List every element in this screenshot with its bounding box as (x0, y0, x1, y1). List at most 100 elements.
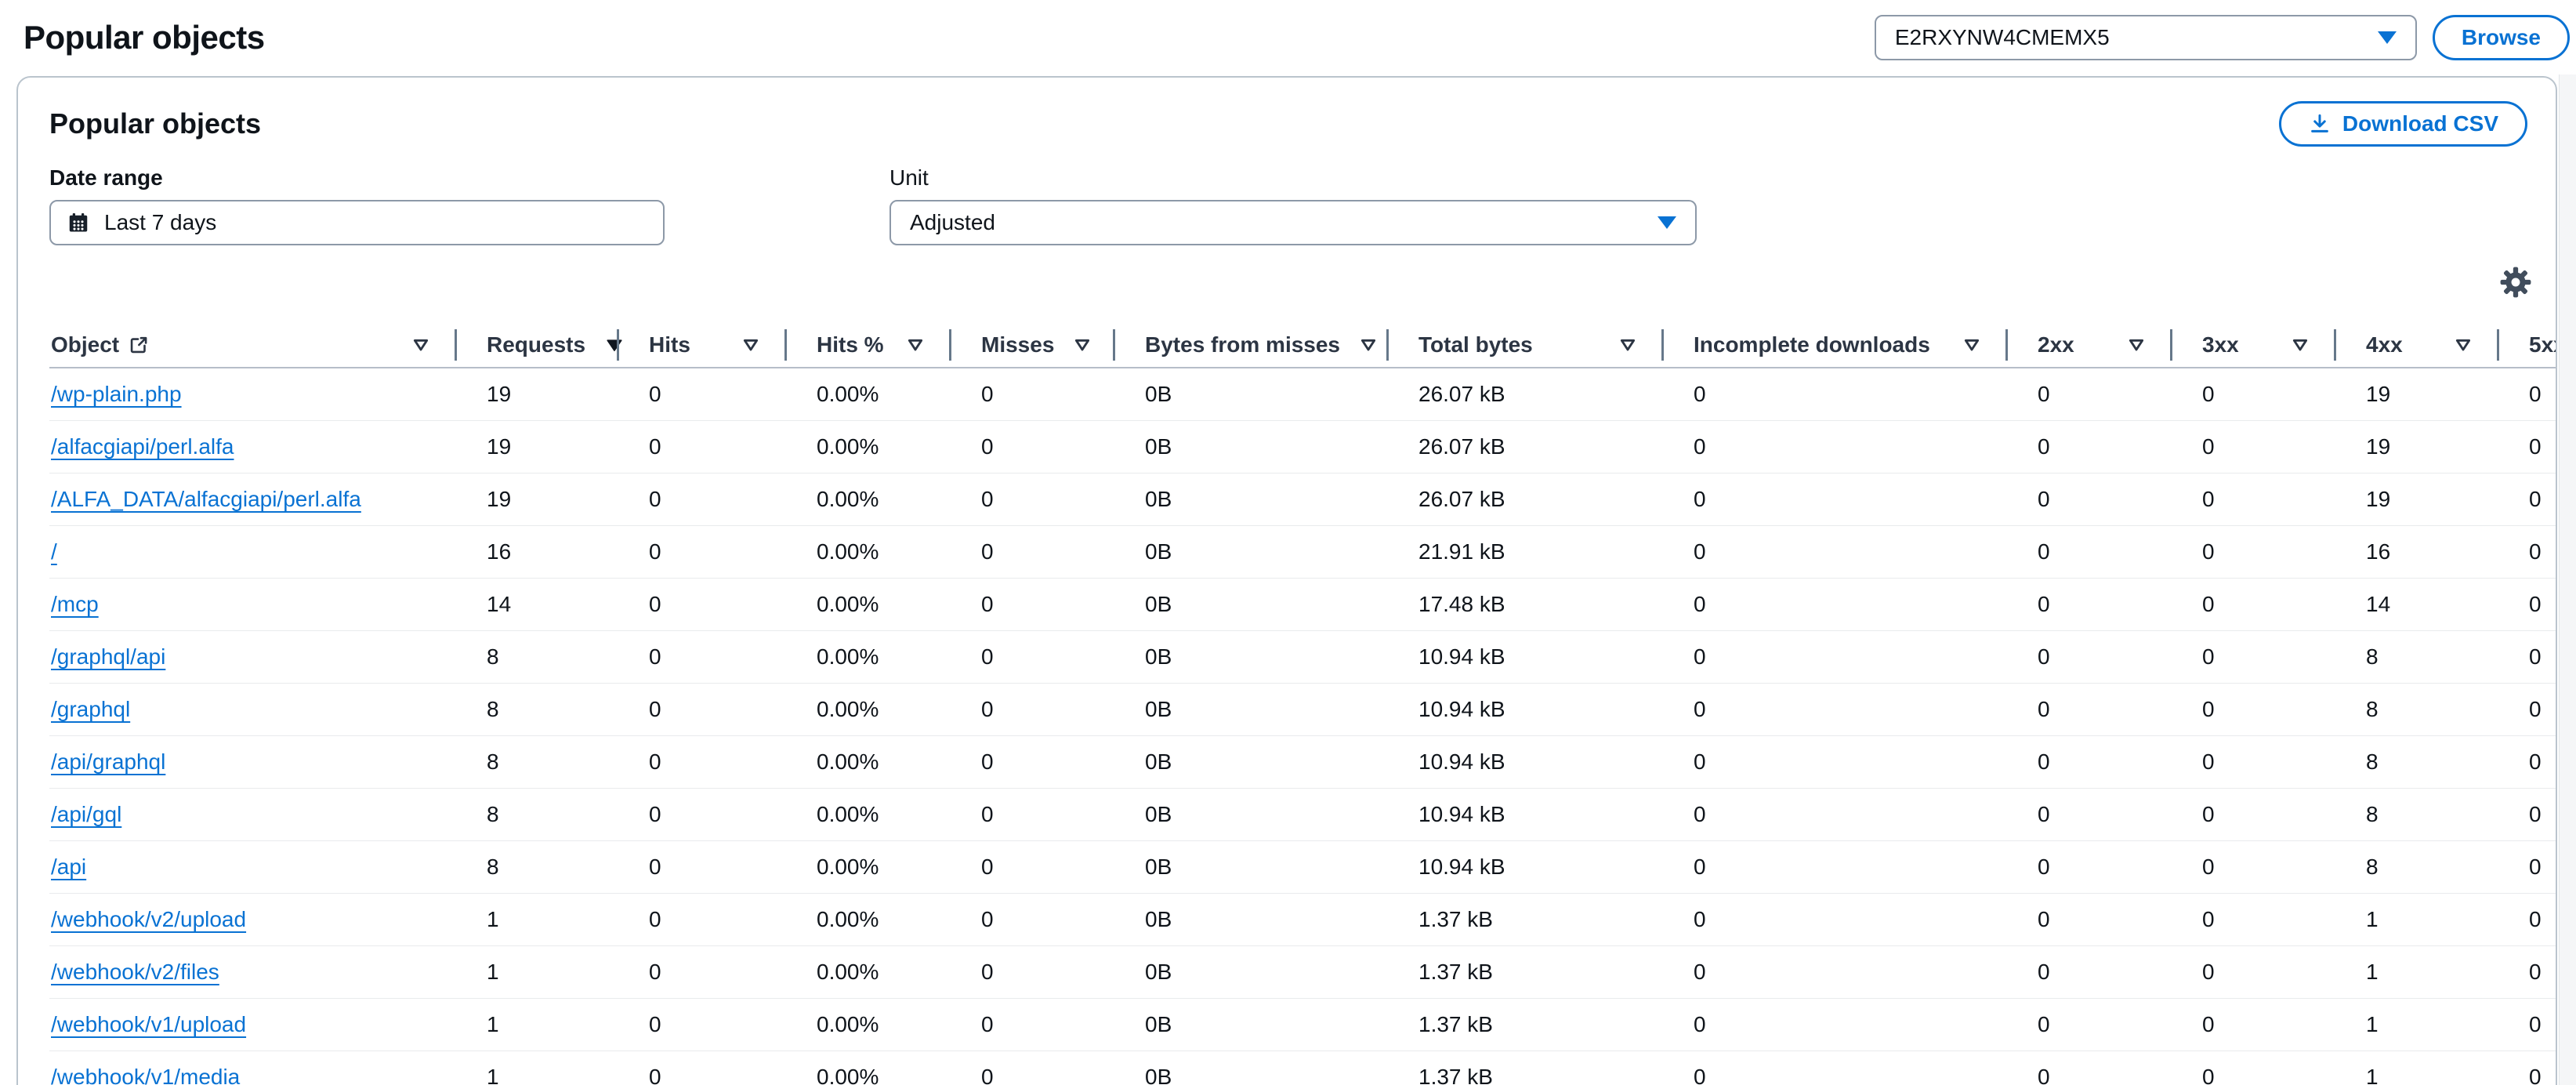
browse-button[interactable]: Browse (2433, 15, 2570, 60)
cell-hits: 0 (619, 998, 787, 1051)
filter-icon[interactable] (741, 336, 760, 354)
object-link[interactable]: /graphql (51, 697, 130, 721)
cell-incomplete_downloads: 0 (1664, 683, 2008, 735)
cell-s5xx: 0 (2499, 525, 2556, 578)
column-header-incomplete-downloads[interactable]: Incomplete downloads (1664, 322, 2008, 368)
cell-hits: 0 (619, 525, 787, 578)
object-link[interactable]: /webhook/v2/files (51, 960, 219, 984)
cell-requests: 8 (457, 788, 619, 840)
object-link[interactable]: /webhook/v2/upload (51, 907, 246, 931)
cell-s5xx: 0 (2499, 945, 2556, 998)
cell-s2xx: 0 (2008, 998, 2172, 1051)
cell-misses: 0 (951, 578, 1115, 630)
cell-requests: 19 (457, 420, 619, 473)
date-range-field: Date range Last 7 days (49, 165, 889, 245)
filter-icon[interactable] (906, 336, 925, 354)
column-header-3xx[interactable]: 3xx (2172, 322, 2336, 368)
cell-object: /webhook/v2/files (49, 945, 457, 998)
cell-s3xx: 0 (2172, 473, 2336, 525)
object-link[interactable]: / (51, 539, 57, 564)
cell-total_bytes: 26.07 kB (1389, 473, 1664, 525)
table-scroll-container[interactable]: ObjectRequestsHitsHits % Misses Bytes from… (18, 322, 2556, 1085)
cell-object: /api (49, 840, 457, 893)
cell-requests: 1 (457, 945, 619, 998)
cell-s3xx: 0 (2172, 525, 2336, 578)
cell-bytes_from_misses: 0B (1115, 683, 1389, 735)
distribution-select[interactable]: E2RXYNW4CMEMX5 (1875, 15, 2417, 60)
cell-hits_pct: 0.00% (787, 368, 951, 420)
object-link[interactable]: /api/gql (51, 802, 121, 826)
object-link[interactable]: /mcp (51, 592, 99, 616)
object-link[interactable]: /api (51, 855, 86, 879)
cell-requests: 8 (457, 630, 619, 683)
cell-misses: 0 (951, 893, 1115, 945)
distribution-select-value: E2RXYNW4CMEMX5 (1895, 25, 2110, 50)
cell-object: /wp-plain.php (49, 368, 457, 420)
settings-gear-icon[interactable] (2499, 266, 2532, 300)
object-link[interactable]: /wp-plain.php (51, 382, 182, 406)
cell-s2xx: 0 (2008, 368, 2172, 420)
object-link[interactable]: /webhook/v1/media (51, 1065, 240, 1085)
filter-icon[interactable] (411, 336, 430, 354)
cell-s4xx: 8 (2336, 630, 2499, 683)
column-header-2xx[interactable]: 2xx (2008, 322, 2172, 368)
filter-icon[interactable] (1962, 336, 1981, 354)
filter-icon[interactable] (2454, 336, 2473, 354)
cell-hits_pct: 0.00% (787, 473, 951, 525)
filter-icon[interactable] (1073, 336, 1092, 354)
cell-misses: 0 (951, 735, 1115, 788)
cell-total_bytes: 10.94 kB (1389, 683, 1664, 735)
cell-hits: 0 (619, 630, 787, 683)
object-link[interactable]: /alfacgiapi/perl.alfa (51, 434, 234, 459)
download-csv-button[interactable]: Download CSV (2279, 101, 2527, 147)
column-header-hits[interactable]: Hits % (787, 322, 951, 368)
table-row: /graphql/api800.00%00B10.94 kB00080 (49, 630, 2556, 683)
cell-hits_pct: 0.00% (787, 840, 951, 893)
column-header-total-bytes[interactable]: Total bytes (1389, 322, 1664, 368)
unit-select[interactable]: Adjusted (889, 200, 1697, 245)
filter-icon[interactable] (1359, 336, 1378, 354)
external-link-icon (129, 335, 149, 355)
cell-s5xx: 0 (2499, 893, 2556, 945)
column-header-4xx[interactable]: 4xx (2336, 322, 2499, 368)
cell-s2xx: 0 (2008, 473, 2172, 525)
column-header-misses[interactable]: Misses (951, 322, 1115, 368)
cell-s4xx: 1 (2336, 893, 2499, 945)
column-header-object[interactable]: Object (49, 322, 457, 368)
filters-row: Date range Last 7 days (18, 165, 2556, 245)
column-header-requests[interactable]: Requests (457, 322, 619, 368)
object-link[interactable]: /graphql/api (51, 644, 165, 669)
cell-hits: 0 (619, 945, 787, 998)
cell-object: /ALFA_DATA/alfacgiapi/perl.alfa (49, 473, 457, 525)
column-header-bytes-from-misses[interactable]: Bytes from misses (1115, 322, 1389, 368)
cell-s2xx: 0 (2008, 945, 2172, 998)
cell-hits_pct: 0.00% (787, 420, 951, 473)
cell-s4xx: 1 (2336, 1051, 2499, 1085)
date-range-input[interactable]: Last 7 days (49, 200, 665, 245)
filter-icon[interactable] (1618, 336, 1637, 354)
cell-s2xx: 0 (2008, 893, 2172, 945)
object-link[interactable]: /webhook/v1/upload (51, 1012, 246, 1036)
cell-s2xx: 0 (2008, 683, 2172, 735)
cell-requests: 1 (457, 893, 619, 945)
page-scrollbar[interactable] (2559, 74, 2576, 1085)
filter-icon[interactable] (2291, 336, 2310, 354)
object-link[interactable]: /api/graphql (51, 749, 165, 774)
cell-object: /webhook/v2/upload (49, 893, 457, 945)
table-row: /1600.00%00B21.91 kB000160 (49, 525, 2556, 578)
filter-icon[interactable] (2127, 336, 2146, 354)
object-link[interactable]: /ALFA_DATA/alfacgiapi/perl.alfa (51, 487, 361, 511)
cell-bytes_from_misses: 0B (1115, 630, 1389, 683)
cell-s4xx: 8 (2336, 735, 2499, 788)
cell-misses: 0 (951, 840, 1115, 893)
column-header-5xx[interactable]: 5xx (2499, 322, 2556, 368)
table-row: /webhook/v2/upload100.00%00B1.37 kB00010 (49, 893, 2556, 945)
cell-s3xx: 0 (2172, 683, 2336, 735)
cell-s3xx: 0 (2172, 1051, 2336, 1085)
cell-s3xx: 0 (2172, 998, 2336, 1051)
cell-object: /webhook/v1/upload (49, 998, 457, 1051)
column-header-hits[interactable]: Hits (619, 322, 787, 368)
cell-hits_pct: 0.00% (787, 630, 951, 683)
column-header-label: Misses (981, 332, 1054, 357)
cell-total_bytes: 1.37 kB (1389, 1051, 1664, 1085)
